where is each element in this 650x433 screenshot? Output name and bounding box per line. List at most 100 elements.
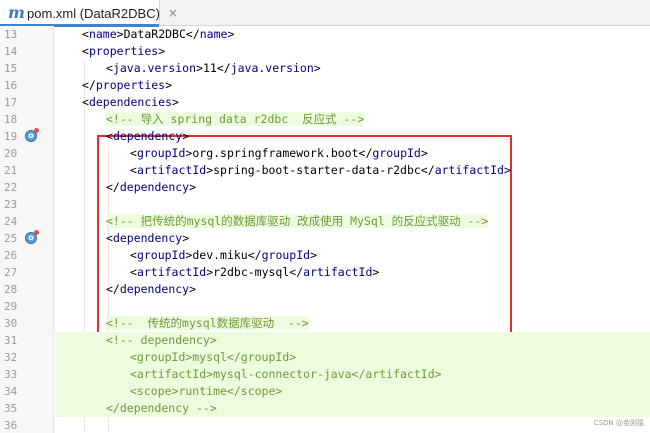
code-text: <!-- dependency> — [106, 332, 217, 349]
code-text: <groupId>dev.miku</groupId> — [130, 247, 317, 264]
bracket: < — [82, 95, 89, 109]
tab-pom-xml[interactable]: m pom.xml (DataR2DBC) × — [0, 0, 178, 27]
xml-tag-name: artifactId — [434, 163, 504, 177]
code-line[interactable]: 34 <scope>runtime</scope> — [0, 383, 650, 400]
code-line[interactable]: 22 </dependency> — [0, 179, 650, 196]
line-number: 22 — [4, 181, 18, 194]
line-number: 24 — [4, 215, 18, 228]
code-text: </properties> — [82, 77, 172, 94]
bracket: < — [106, 129, 113, 143]
line-number: 35 — [4, 402, 18, 415]
code-editor[interactable]: CSDN @金刚猿 13 <name>DataR2DBC</name> 14 <pro… — [0, 26, 650, 433]
bracket: < — [82, 44, 89, 58]
code-text: <name>DataR2DBC</name> — [82, 26, 234, 43]
code-line[interactable]: 24 <!-- 把传统的mysql的数据库驱动 改成使用 MySql 的反应式驱动… — [0, 213, 650, 230]
close-icon[interactable]: × — [168, 6, 178, 20]
code-text: <dependencies> — [82, 94, 179, 111]
xml-text-value: 11 — [202, 61, 217, 75]
line-number: 13 — [4, 28, 18, 41]
bracket: > — [227, 27, 235, 41]
code-text: <groupId>org.springframework.boot</group… — [130, 145, 428, 162]
code-line[interactable]: 27 <artifactId>r2dbc-mysql</artifactId> — [0, 264, 650, 281]
bracket: > — [182, 129, 190, 143]
bracket: > — [158, 44, 166, 58]
bracket: < — [82, 27, 89, 41]
xml-tag-name: artifactId — [136, 265, 207, 279]
code-line[interactable]: 36 — [0, 417, 650, 433]
bracket: > — [313, 61, 321, 75]
code-line[interactable]: 32 <groupId>mysql</groupId> — [0, 349, 650, 366]
bracket: > — [165, 78, 173, 92]
code-text: <groupId>mysql</groupId> — [130, 349, 296, 366]
maven-dependency-icon[interactable]: o — [25, 230, 39, 244]
xml-comment: <!-- dependency> — [106, 333, 217, 347]
code-line[interactable]: 26 <groupId>dev.miku</groupId> — [0, 247, 650, 264]
bracket: > — [182, 231, 190, 245]
code-line[interactable]: 31 <!-- dependency> — [0, 332, 650, 349]
code-line[interactable]: 21 <artifactId>spring-boot-starter-data-r… — [0, 162, 650, 179]
code-line[interactable]: 18 <!-- 导入 spring data r2dbc 反应式 --> — [0, 111, 650, 128]
bracket: > — [196, 61, 203, 75]
code-line[interactable]: 17 <dependencies> — [0, 94, 650, 111]
line-number: 15 — [4, 62, 18, 75]
xml-tag-name: groupId — [136, 146, 186, 160]
line-number: 26 — [4, 249, 18, 262]
editor-tab-bar: m pom.xml (DataR2DBC) × — [0, 0, 650, 27]
code-line[interactable]: 33 <artifactId>mysql-connector-java</arti… — [0, 366, 650, 383]
line-number: 23 — [4, 198, 18, 211]
bracket: < — [130, 146, 137, 160]
code-text: <dependency> — [106, 230, 189, 247]
code-text: <artifactId>r2dbc-mysql</artifactId> — [130, 264, 379, 281]
line-number: 32 — [4, 351, 18, 364]
line-number: 18 — [4, 113, 18, 126]
code-line[interactable]: 14 <properties> — [0, 43, 650, 60]
xml-comment: <!-- 导入 spring data r2dbc 反应式 --> — [106, 112, 365, 126]
xml-comment: <groupId>mysql</groupId> — [130, 350, 297, 364]
line-number: 36 — [4, 419, 18, 432]
code-text: <scope>runtime</scope> — [130, 383, 282, 400]
code-line[interactable]: 13 <name>DataR2DBC</name> — [0, 26, 650, 43]
xml-tag-name: java.version — [230, 61, 314, 75]
line-number: 27 — [4, 266, 18, 279]
xml-tag-name: dependency — [112, 231, 183, 245]
code-line[interactable]: 28 </dependency> — [0, 281, 650, 298]
code-text: <dependency> — [106, 128, 189, 145]
xml-comment: </dependency --> — [106, 401, 217, 415]
code-text: <!-- 传统的mysql数据库驱动 --> — [106, 315, 309, 332]
bracket: > — [116, 27, 124, 41]
xml-tag-name: groupId — [372, 146, 421, 160]
code-line[interactable]: 16 </properties> — [0, 77, 650, 94]
bracket: > — [189, 180, 197, 194]
line-number: 33 — [4, 368, 18, 381]
bracket: < — [130, 163, 137, 177]
line-number: 17 — [4, 96, 18, 109]
xml-tag-name: properties — [95, 78, 166, 92]
code-line[interactable]: 23 — [0, 196, 650, 213]
code-line[interactable]: 29 — [0, 298, 650, 315]
line-number: 14 — [4, 45, 18, 58]
code-text: </dependency --> — [106, 400, 217, 417]
xml-tag-name: name — [199, 27, 228, 41]
xml-tag-name: name — [88, 27, 117, 41]
code-line[interactable]: 30 <!-- 传统的mysql数据库驱动 --> — [0, 315, 650, 332]
code-line[interactable]: 19 o <dependency> — [0, 128, 650, 145]
code-text: <!-- 导入 spring data r2dbc 反应式 --> — [106, 111, 365, 128]
line-number: 34 — [4, 385, 18, 398]
bracket: </ — [106, 282, 120, 296]
code-line[interactable]: 25 o <dependency> — [0, 230, 650, 247]
code-text: </dependency> — [106, 179, 196, 196]
line-number: 21 — [4, 164, 18, 177]
bracket: > — [372, 265, 380, 279]
maven-dependency-icon[interactable]: o — [25, 128, 39, 142]
bracket: > — [503, 163, 511, 177]
bracket: </ — [358, 146, 373, 160]
bracket: > — [189, 282, 197, 296]
code-line[interactable]: 15 <java.version>11</java.version> — [0, 60, 650, 77]
code-line[interactable]: 35 </dependency --> — [0, 400, 650, 417]
bracket: </ — [216, 61, 231, 75]
code-line[interactable]: 20 <groupId>org.springframework.boot</gro… — [0, 145, 650, 162]
xml-tag-name: groupId — [136, 248, 186, 262]
xml-text-value: dev.miku — [192, 248, 248, 262]
xml-tag-name: java.version — [112, 61, 197, 75]
line-number: 28 — [4, 283, 18, 296]
